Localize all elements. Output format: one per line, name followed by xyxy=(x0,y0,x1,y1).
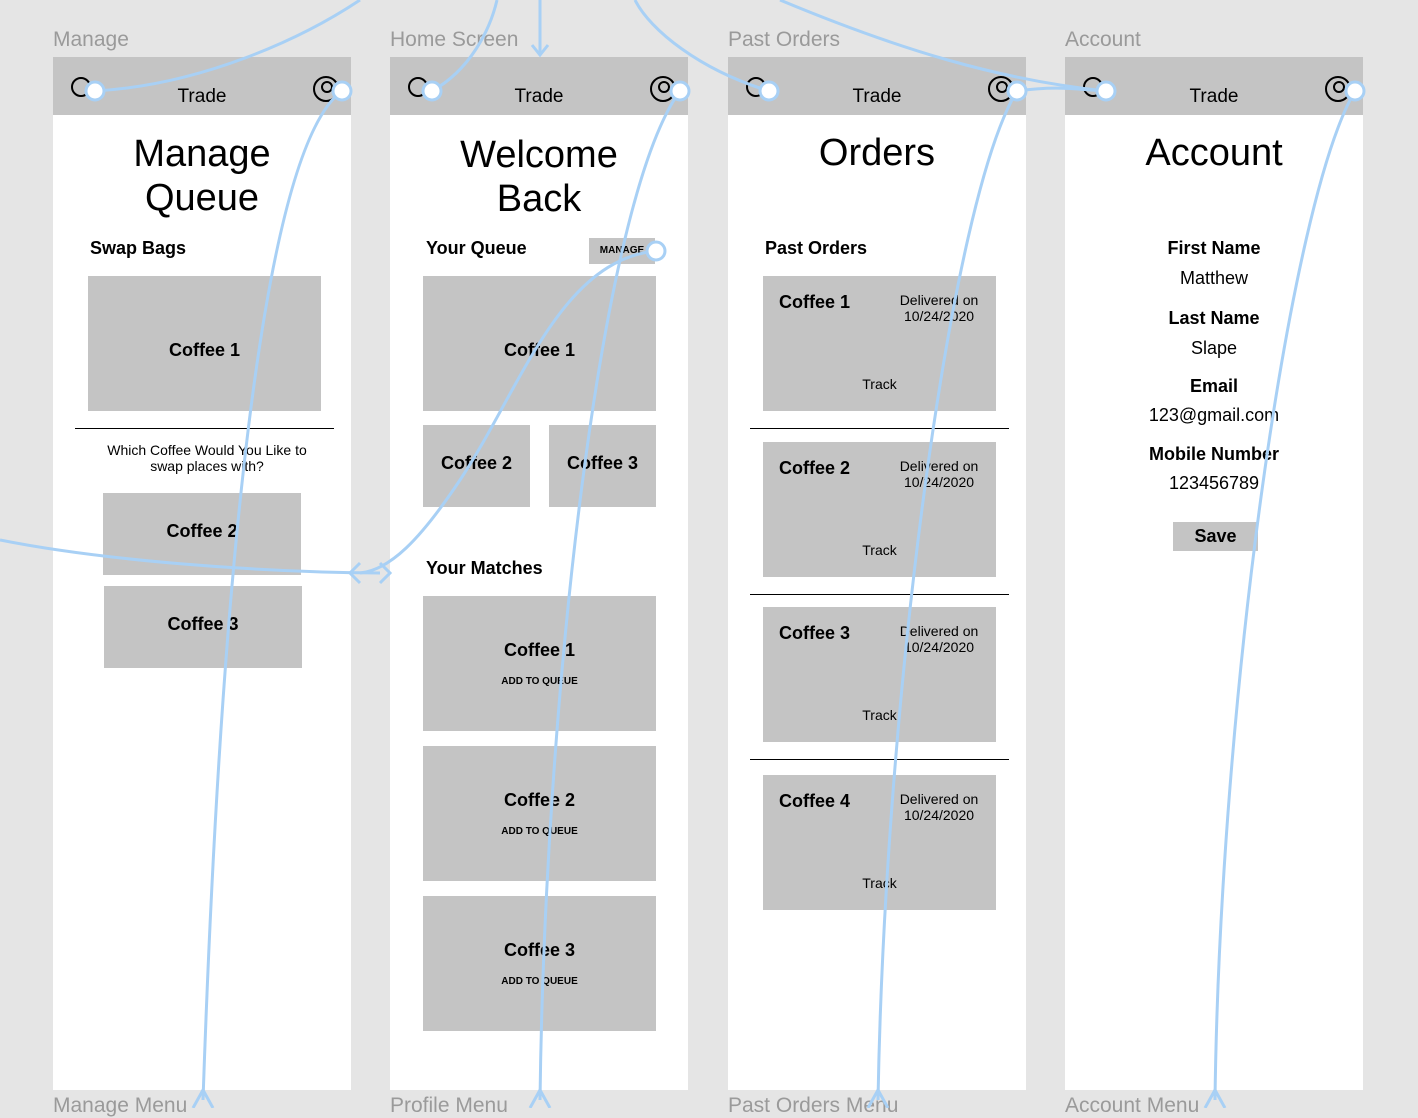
frame-label-account: Account xyxy=(1065,28,1141,51)
frame-label-home: Home Screen xyxy=(390,28,519,51)
page-title-line2: Back xyxy=(496,178,582,220)
queue-item[interactable]: Coffee 1 xyxy=(423,276,656,411)
queue-item[interactable]: Coffee 2 xyxy=(423,425,530,507)
track-link[interactable]: Track xyxy=(763,707,996,723)
email-value[interactable]: 123@gmail.com xyxy=(1065,405,1363,426)
mobile-value[interactable]: 123456789 xyxy=(1065,473,1363,494)
page-title: Orders xyxy=(818,132,936,174)
queue-title: Your Queue xyxy=(426,238,527,258)
track-link[interactable]: Track xyxy=(763,376,996,392)
header: Trade xyxy=(1065,57,1363,115)
frame-label-manage-menu: Manage Menu xyxy=(53,1094,188,1117)
order-card[interactable]: Coffee 4 Delivered on 10/24/2020 Track xyxy=(763,775,996,910)
arrow xyxy=(347,561,393,585)
first-name-label: First Name xyxy=(1167,238,1261,258)
swap-option[interactable]: Coffee 3 xyxy=(104,586,302,668)
past-orders-frame: Trade Orders Past Orders Coffee 1 Deliver… xyxy=(728,57,1026,1090)
frame-label-profile-menu: Profile Menu xyxy=(390,1094,508,1117)
account-frame: Trade Account First Name Matthew Last Na… xyxy=(1065,57,1363,1090)
divider xyxy=(750,759,1009,760)
swap-option[interactable]: Coffee 2 xyxy=(103,493,301,575)
add-to-queue-button[interactable]: ADD TO QUEUE xyxy=(423,976,656,987)
header-title: Trade xyxy=(1189,86,1239,107)
profile-icon[interactable] xyxy=(313,76,339,102)
add-to-queue-button[interactable]: ADD TO QUEUE xyxy=(423,826,656,837)
order-card[interactable]: Coffee 1 Delivered on 10/24/2020 Track xyxy=(763,276,996,411)
profile-icon[interactable] xyxy=(1325,76,1351,102)
section-title: Past Orders xyxy=(765,238,868,258)
header-title: Trade xyxy=(514,86,564,107)
order-card[interactable]: Coffee 2 Delivered on 10/24/2020 Track xyxy=(763,442,996,577)
frame-label-past-orders: Past Orders xyxy=(728,28,841,51)
track-link[interactable]: Track xyxy=(763,875,996,891)
match-card[interactable]: Coffee 2 ADD TO QUEUE xyxy=(423,746,656,881)
queue-item[interactable]: Coffee 3 xyxy=(549,425,656,507)
add-to-queue-button[interactable]: ADD TO QUEUE xyxy=(423,676,656,687)
first-name-value[interactable]: Matthew xyxy=(1065,268,1363,289)
matches-title: Your Matches xyxy=(426,558,543,578)
header: Trade xyxy=(390,57,688,115)
save-button[interactable]: Save xyxy=(1173,522,1258,551)
match-card[interactable]: Coffee 1 ADD TO QUEUE xyxy=(423,596,656,731)
divider xyxy=(75,428,334,429)
profile-icon[interactable] xyxy=(988,76,1014,102)
divider xyxy=(750,428,1009,429)
frame-label-account-menu: Account Menu xyxy=(1065,1094,1200,1117)
track-link[interactable]: Track xyxy=(763,542,996,558)
header-title: Trade xyxy=(177,86,227,107)
match-card[interactable]: Coffee 3 ADD TO QUEUE xyxy=(423,896,656,1031)
page-title: Manage xyxy=(133,133,271,175)
divider xyxy=(750,594,1009,595)
manage-button[interactable]: MANAGE xyxy=(589,238,655,264)
header-title: Trade xyxy=(852,86,902,107)
frame-label-manage: Manage xyxy=(53,28,129,51)
page-title: Welcome xyxy=(460,134,618,176)
page-title-line2: Queue xyxy=(144,177,260,219)
section-title: Swap Bags xyxy=(90,238,187,258)
mobile-label: Mobile Number xyxy=(1148,444,1279,464)
frame-label-past-orders-menu: Past Orders Menu xyxy=(728,1094,899,1117)
header: Trade xyxy=(53,57,351,115)
header: Trade xyxy=(728,57,1026,115)
email-label: Email xyxy=(1189,376,1239,396)
home-frame: Trade Welcome Back Your Queue MANAGE Cof… xyxy=(390,57,688,1090)
manage-frame: Trade Manage Queue Swap Bags Coffee 1 Wh… xyxy=(53,57,351,1090)
order-card[interactable]: Coffee 3 Delivered on 10/24/2020 Track xyxy=(763,607,996,742)
last-name-value[interactable]: Slape xyxy=(1065,338,1363,359)
profile-icon[interactable] xyxy=(650,76,676,102)
page-title: Account xyxy=(1145,132,1283,174)
swap-prompt: Which Coffee Would You Like to swap plac… xyxy=(107,442,307,474)
current-bag[interactable]: Coffee 1 xyxy=(88,276,321,411)
last-name-label: Last Name xyxy=(1168,308,1260,328)
